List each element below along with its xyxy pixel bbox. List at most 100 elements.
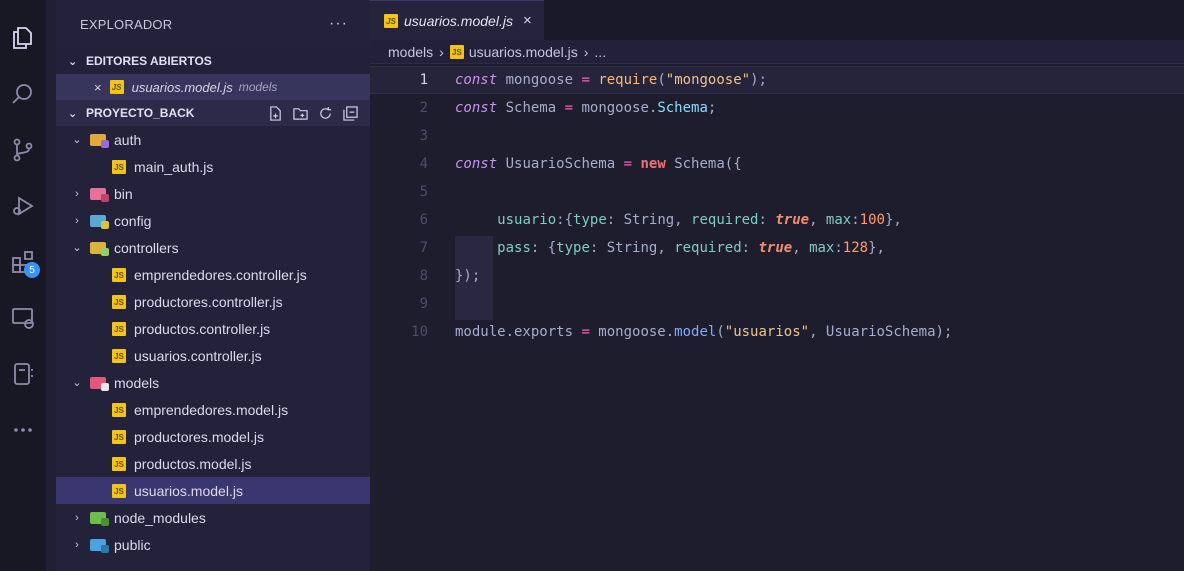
source-control-icon[interactable]	[0, 122, 46, 178]
remote-explorer-icon[interactable]	[0, 290, 46, 346]
search-icon[interactable]	[0, 66, 46, 122]
code-token: Schema({	[665, 156, 742, 172]
tree-file[interactable]: JS productos.controller.js	[56, 315, 370, 342]
tree-file[interactable]: JS emprendedores.model.js	[56, 396, 370, 423]
line-number: 9	[419, 296, 428, 312]
code-line[interactable]: 4 const UsuarioSchema = new Schema({	[370, 150, 1184, 178]
code-token: :	[758, 212, 776, 228]
tree-file[interactable]: JS productores.model.js	[56, 423, 370, 450]
chevron-down-icon: ⌄	[72, 242, 82, 254]
chevron-down-icon: ⌄	[72, 134, 82, 146]
tree-folder-auth[interactable]: ⌄ auth	[56, 126, 370, 153]
code-token: required	[691, 212, 759, 228]
folder-icon	[90, 214, 109, 229]
code-token: const	[455, 100, 498, 116]
code-editor[interactable]: 1 const mongoose = require("mongoose"); 2 c…	[370, 64, 1184, 346]
code-token: module.exports	[455, 324, 582, 340]
explorer-sidebar: EXPLORADOR ··· ⌄ EDITORES ABIERTOS × JS …	[46, 0, 370, 571]
code-token: mongoose	[497, 72, 582, 88]
line-number: 1	[419, 72, 428, 88]
tree-file[interactable]: JS usuarios.controller.js	[56, 342, 370, 369]
code-token: :	[834, 240, 843, 256]
more-views-icon[interactable]	[0, 402, 46, 458]
js-file-icon: JS	[109, 80, 124, 94]
line-number: 5	[419, 184, 428, 200]
activity-bar: 5	[0, 0, 46, 571]
tab-usuarios-model[interactable]: JS usuarios.model.js ×	[370, 0, 544, 40]
code-text: const Schema = mongoose.Schema;	[455, 100, 716, 116]
tree-file[interactable]: JS usuarios.model.js	[56, 477, 370, 504]
code-line[interactable]: 8});	[370, 262, 1184, 290]
new-file-icon[interactable]	[268, 105, 283, 121]
code-token: (	[716, 324, 725, 340]
vscode-window: 5 EXPLORADOR ··· ⌄ EDITORES ABIERTOS × J…	[0, 0, 1184, 571]
breadcrumb-more[interactable]: ...	[594, 44, 606, 60]
run-debug-icon[interactable]	[0, 178, 46, 234]
notebook-icon[interactable]	[0, 346, 46, 402]
open-editor-item[interactable]: × JS usuarios.model.js models	[56, 74, 370, 100]
chevron-down-icon: ⌄	[68, 107, 78, 120]
collapse-icon[interactable]	[343, 105, 358, 121]
tree-folder-bin[interactable]: › bin	[56, 180, 370, 207]
tree-file[interactable]: JS emprendedores.controller.js	[56, 261, 370, 288]
js-file-icon: JS	[384, 13, 398, 28]
tab-bar: JS usuarios.model.js ×	[370, 0, 1184, 40]
tree-file[interactable]: JS productos.model.js	[56, 450, 370, 477]
code-text: const mongoose = require("mongoose");	[455, 72, 767, 88]
project-header[interactable]: ⌄ PROYECTO_BACK	[56, 100, 370, 126]
code-token: true	[758, 240, 793, 256]
refresh-icon[interactable]	[318, 106, 333, 121]
tree-item-label: usuarios.controller.js	[134, 347, 262, 364]
js-file-icon: JS	[112, 348, 126, 363]
tree-file[interactable]: JS main_auth.js	[56, 153, 370, 180]
code-token: type	[556, 240, 590, 256]
more-actions-icon[interactable]: ···	[329, 15, 348, 33]
tree-file[interactable]: JS productores.controller.js	[56, 288, 370, 315]
code-token: mongoose.	[573, 100, 658, 116]
tree-folder-models[interactable]: ⌄ models	[56, 369, 370, 396]
tree-item-label: auth	[114, 131, 142, 148]
tree-item-label: productores.model.js	[134, 428, 264, 445]
breadcrumb-separator: ›	[439, 43, 444, 60]
breadcrumb-separator: ›	[583, 43, 589, 60]
code-line[interactable]: 5	[370, 178, 1184, 206]
close-tab-icon[interactable]: ×	[523, 12, 532, 29]
code-line[interactable]: 9	[370, 290, 1184, 318]
tree-folder-public[interactable]: › public	[56, 531, 370, 558]
folder-icon	[90, 241, 109, 256]
tree-folder-node_modules[interactable]: › node_modules	[56, 504, 370, 531]
code-token: Schema	[657, 100, 708, 116]
tree-folder-config[interactable]: › config	[56, 207, 370, 234]
new-folder-icon[interactable]	[293, 106, 308, 121]
code-token: },	[868, 240, 885, 256]
code-token: mongoose.	[589, 324, 675, 340]
open-editors-header[interactable]: ⌄ EDITORES ABIERTOS	[56, 48, 370, 74]
open-editor-name: usuarios.model.js	[131, 79, 233, 95]
code-line[interactable]: 10 module.exports = mongoose.model("usuar…	[370, 318, 1184, 346]
breadcrumb-file[interactable]: usuarios.model.js	[469, 44, 578, 60]
line-number: 7	[419, 240, 428, 256]
close-editor-icon[interactable]: ×	[94, 80, 102, 95]
code-line[interactable]: 1 const mongoose = require("mongoose");	[370, 66, 1184, 94]
code-line[interactable]: 7 pass: {type: String, required: true, m…	[370, 234, 1184, 262]
explorer-icon[interactable]	[0, 10, 46, 66]
code-line[interactable]: 6 usuario:{type: String, required: true,…	[370, 206, 1184, 234]
code-text: module.exports = mongoose.model("usuario…	[455, 324, 952, 340]
js-file-icon: JS	[112, 456, 126, 471]
code-line[interactable]: 3	[370, 122, 1184, 150]
breadcrumb-folder[interactable]: models	[388, 44, 433, 60]
code-token: },	[884, 212, 902, 228]
js-file-icon: JS	[112, 321, 126, 336]
extensions-icon[interactable]: 5	[0, 234, 46, 290]
tree-folder-controllers[interactable]: ⌄ controllers	[56, 234, 370, 261]
code-text: const UsuarioSchema = new Schema({	[455, 156, 742, 172]
tree-item-label: public	[114, 536, 151, 553]
folder-icon	[90, 133, 109, 148]
code-token: model	[674, 324, 717, 340]
code-token: : {	[530, 240, 557, 256]
js-file-icon: JS	[112, 483, 126, 498]
explorer-header: EXPLORADOR ···	[56, 0, 370, 48]
code-line[interactable]: 2 const Schema = mongoose.Schema;	[370, 94, 1184, 122]
